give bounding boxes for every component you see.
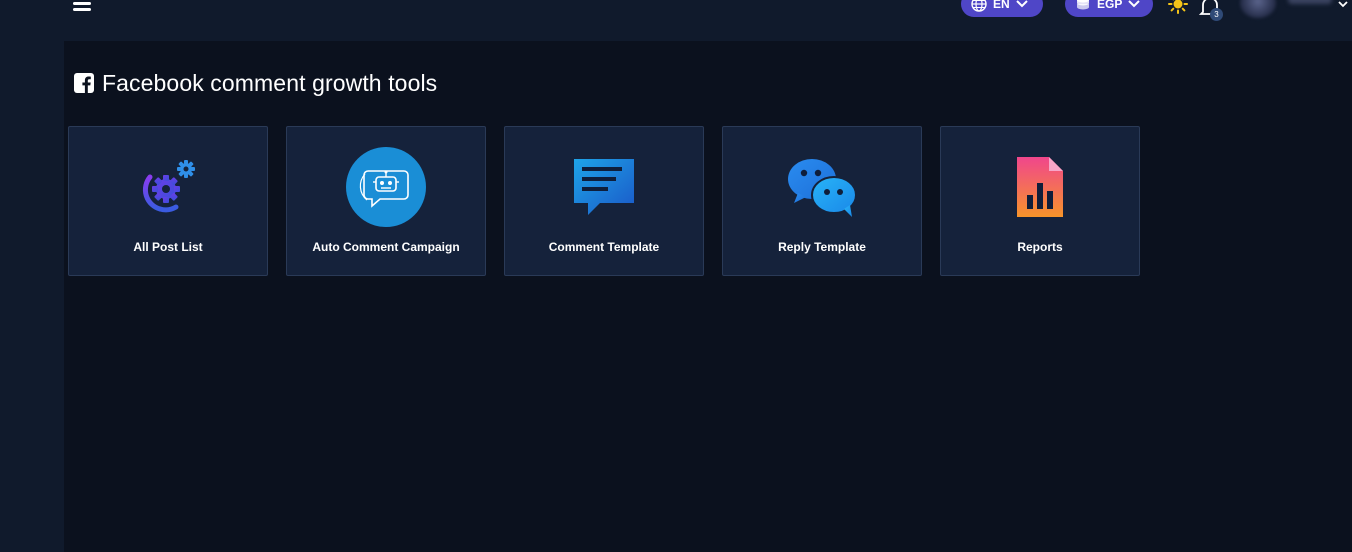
page-title-text: Facebook comment growth tools [102,69,438,96]
page-title: Facebook comment growth tools [74,70,437,96]
main-content [64,41,1352,552]
tool-card-label: Auto Comment Campaign [312,240,460,254]
facebook-icon [74,73,94,93]
top-navbar: EN EGP 3 [0,0,1352,41]
chevron-down-icon [1015,0,1028,9]
gears-icon [128,147,208,227]
avatar[interactable] [1240,0,1276,18]
tool-card-all-post-list[interactable]: All Post List [68,126,268,276]
coins-icon [1075,0,1091,12]
tool-card-label: Comment Template [548,240,660,254]
currency-selector[interactable]: EGP [1065,0,1153,17]
robot-chat-icon [346,147,426,227]
sun-icon[interactable] [1168,0,1188,14]
sidebar [0,41,64,552]
hamburger-icon[interactable] [73,0,91,11]
tool-card-comment-template[interactable]: Comment Template [504,126,704,276]
user-name-blurred[interactable] [1288,0,1332,4]
tool-card-auto-comment-campaign[interactable]: Auto Comment Campaign [286,126,486,276]
report-document-icon [1000,147,1080,227]
globe-icon [971,0,987,12]
tool-card-reply-template[interactable]: Reply Template [722,126,922,276]
chevron-down-icon [1128,0,1141,9]
language-label: EN [993,0,1010,11]
reply-chat-bubbles-icon [782,147,862,227]
currency-label: EGP [1097,0,1123,11]
comment-template-icon [564,147,644,227]
notification-count-badge: 3 [1210,8,1223,21]
language-selector[interactable]: EN [961,0,1043,17]
chevron-down-icon[interactable] [1338,0,1348,8]
tool-card-label: All Post List [133,240,203,254]
tool-card-reports[interactable]: Reports [940,126,1140,276]
tool-card-label: Reports [1017,240,1063,254]
tool-cards: All Post List Auto Comment Campaign Comm… [68,126,1158,276]
tool-card-label: Reply Template [778,240,866,254]
